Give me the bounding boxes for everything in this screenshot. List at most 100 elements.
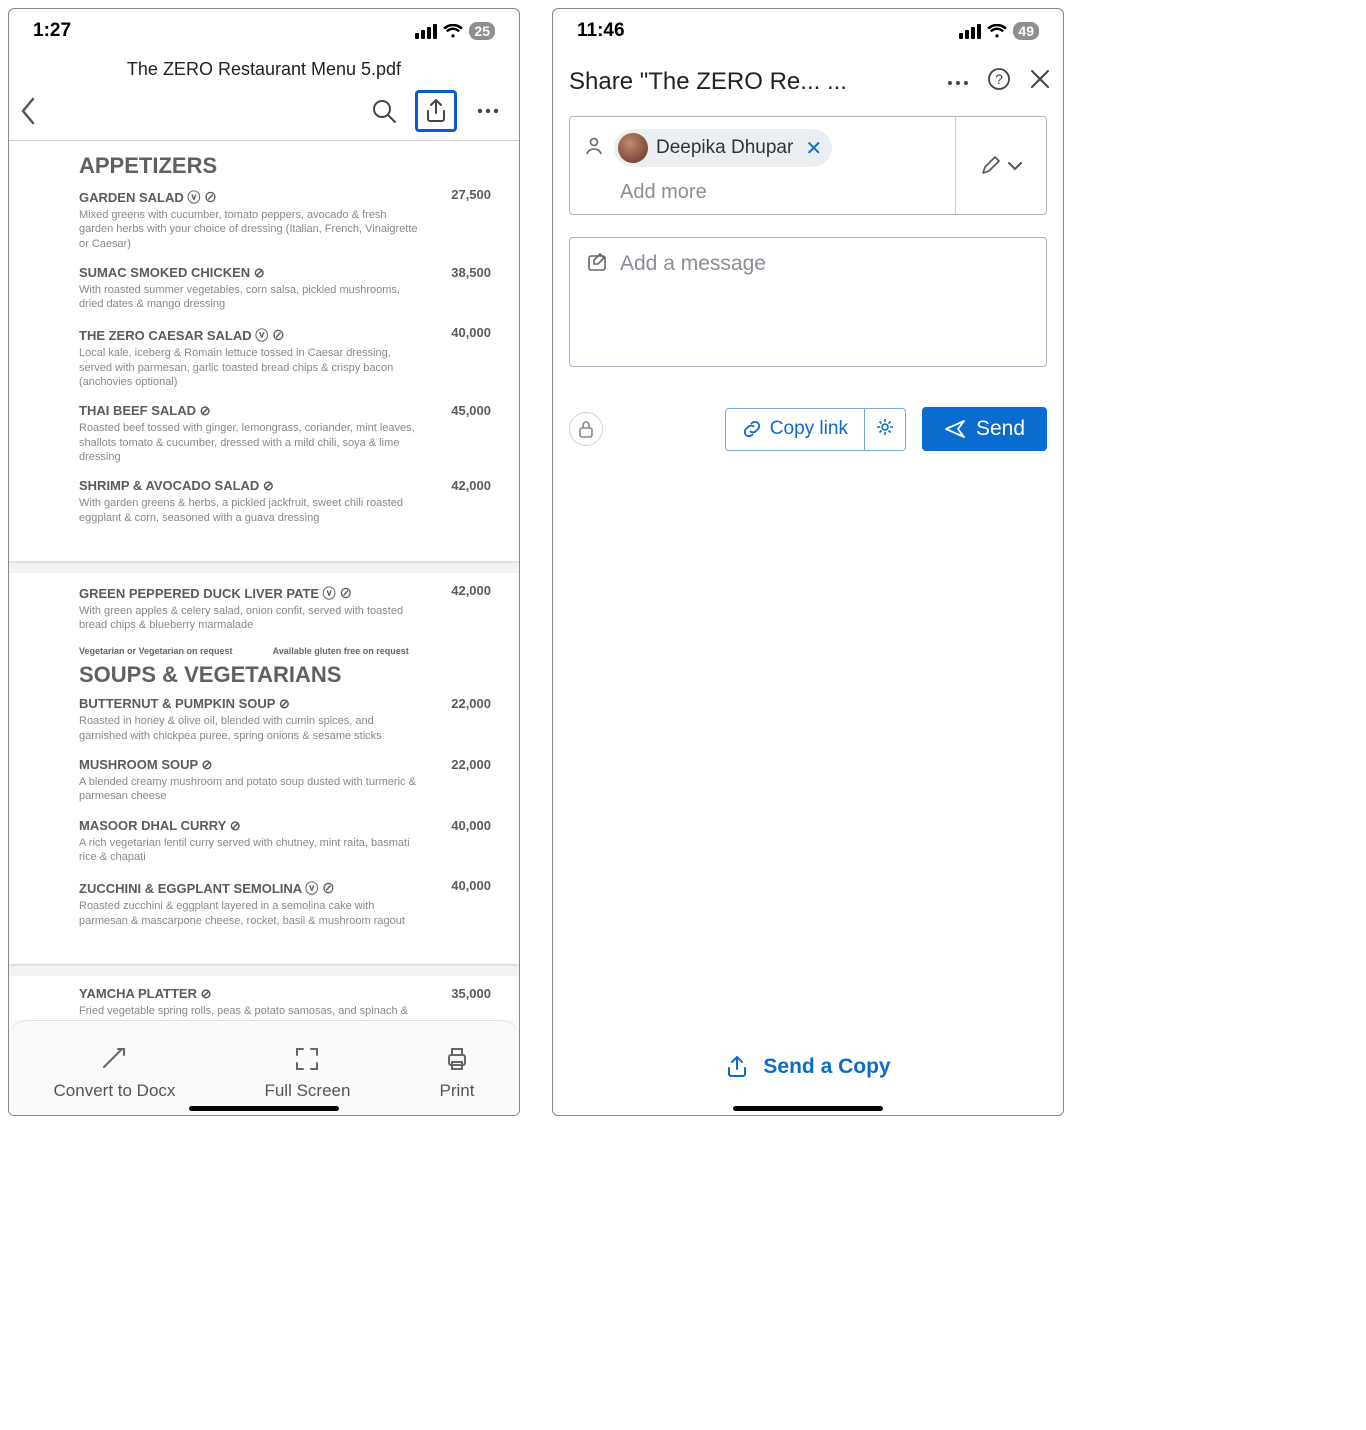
lock-icon[interactable] [569,412,603,446]
battery-badge: 25 [469,22,495,40]
message-input[interactable]: Add a message [569,237,1047,367]
send-button[interactable]: Send [922,407,1047,451]
menu-item-name: MASOOR DHAL CURRY ⊘ [79,818,419,834]
avatar [618,133,648,163]
menu-item-price: 22,000 [437,696,491,743]
convert-to-docx-button[interactable]: Convert to Docx [54,1045,176,1101]
home-indicator[interactable] [189,1106,339,1111]
message-placeholder: Add a message [620,252,766,276]
menu-item-name: YAMCHA PLATTER ⊘ [79,986,419,1002]
print-button[interactable]: Print [439,1045,474,1101]
status-time: 11:46 [577,20,625,42]
status-right: 25 [415,22,495,40]
menu-item-desc: Roasted beef tossed with ginger, lemongr… [79,421,419,464]
menu-item: YAMCHA PLATTER ⊘ Fried vegetable spring r… [79,986,491,1020]
menu-item-desc: Local kale, iceberg & Romain lettuce tos… [79,346,419,389]
menu-item-desc: With roasted summer vegetables, corn sal… [79,283,419,312]
menu-item-price: 40,000 [437,878,491,928]
status-bar: 1:27 25 [9,9,519,53]
document-page: YAMCHA PLATTER ⊘ Fried vegetable spring r… [9,976,519,1020]
fullscreen-button[interactable]: Full Screen [264,1045,350,1101]
menu-item-name: GARDEN SALAD ⓥ ⊘ [79,187,419,206]
menu-item-price: 22,000 [437,757,491,804]
edit-icon [979,155,1001,177]
signal-icon [959,24,981,39]
menu-item-name: GREEN PEPPERED DUCK LIVER PATE ⓥ ⊘ [79,583,419,602]
share-button[interactable] [415,90,457,132]
menu-item: ZUCCHINI & EGGPLANT SEMOLINA ⓥ ⊘Roasted … [79,878,491,928]
menu-item: THE ZERO CAESAR SALAD ⓥ ⊘Local kale, ice… [79,325,491,389]
print-label: Print [439,1081,474,1101]
viewer-toolbar [9,84,519,141]
phone-left: 1:27 25 The ZERO Restaurant Menu 5.pdf A… [8,8,520,1116]
document-page: GREEN PEPPERED DUCK LIVER PATE ⓥ ⊘ With g… [9,573,519,964]
send-label: Send [976,417,1025,441]
menu-item-desc: With green apples & celery salad, onion … [79,604,419,633]
menu-item-desc: Fried vegetable spring rolls, peas & pot… [79,1004,419,1020]
menu-item-price: 35,000 [437,986,491,1020]
gear-icon [875,417,895,437]
link-icon [742,419,762,439]
menu-item-name: SHRIMP & AVOCADO SALAD ⊘ [79,478,419,494]
menu-item-name: MUSHROOM SOUP ⊘ [79,757,419,773]
meta-glutenfree: Available gluten free on request [273,646,409,656]
menu-item-price: 42,000 [437,478,491,525]
menu-item: SUMAC SMOKED CHICKEN ⊘ With roasted summe… [79,265,491,312]
add-more-placeholder[interactable]: Add more [620,181,941,204]
link-settings-button[interactable] [864,409,905,450]
share-icon [725,1055,749,1079]
compose-icon [586,252,608,279]
chevron-down-icon [1007,161,1023,171]
send-icon [944,419,966,439]
menu-item-desc: A blended creamy mushroom and potato sou… [79,775,419,804]
menu-item-name: ZUCCHINI & EGGPLANT SEMOLINA ⓥ ⊘ [79,878,419,897]
battery-badge: 49 [1013,22,1039,40]
permission-dropdown[interactable] [956,117,1046,214]
close-button[interactable] [1029,68,1051,95]
person-icon [584,136,604,161]
more-button[interactable] [947,73,969,91]
meta-vegetarian: Vegetarian or Vegetarian on request [79,646,233,656]
recipient-card: Deepika Dhupar ✕ Add more [569,116,1047,215]
status-right: 49 [959,22,1039,40]
menu-meta-row: Vegetarian or Vegetarian on request Avai… [79,646,491,656]
svg-text:?: ? [995,71,1003,87]
help-button[interactable]: ? [987,67,1011,96]
home-indicator[interactable] [733,1106,883,1111]
menu-item: MUSHROOM SOUP ⊘ A blended creamy mushroom… [79,757,491,804]
menu-item: SHRIMP & AVOCADO SALAD ⊘With garden gree… [79,478,491,525]
recipient-chip[interactable]: Deepika Dhupar ✕ [614,129,832,167]
phone-right: 11:46 49 Share "The ZERO Re... ... ? [552,8,1064,1116]
search-button[interactable] [363,90,405,132]
copy-link-button[interactable]: Copy link [725,408,906,451]
recipient-input-area[interactable]: Deepika Dhupar ✕ Add more [570,117,956,214]
status-bar: 11:46 49 [553,9,1063,53]
menu-item-price: 45,000 [437,403,491,464]
share-header: Share "The ZERO Re... ... ? [553,53,1063,106]
document-title: The ZERO Restaurant Menu 5.pdf [9,53,519,84]
section-heading: APPETIZERS [79,153,491,179]
back-button[interactable] [19,97,37,125]
convert-label: Convert to Docx [54,1081,176,1101]
menu-item-name: THAI BEEF SALAD ⊘ [79,403,419,419]
more-button[interactable] [467,90,509,132]
menu-item: GARDEN SALAD ⓥ ⊘ Mixed greens with cucumb… [79,187,491,251]
remove-recipient-button[interactable]: ✕ [805,136,822,161]
document-area[interactable]: APPETIZERS GARDEN SALAD ⓥ ⊘ Mixed greens … [9,141,519,1020]
action-row: Copy link Send [569,407,1047,451]
menu-item-price: 40,000 [437,818,491,865]
menu-item: THAI BEEF SALAD ⊘ Roasted beef tossed wit… [79,403,491,464]
menu-item-name: SUMAC SMOKED CHICKEN ⊘ [79,265,419,281]
send-a-copy-button[interactable]: Send a Copy [553,1055,1063,1079]
bottom-toolbar: Convert to Docx Full Screen Print [9,1020,519,1115]
menu-item-desc: Mixed greens with cucumber, tomato peppe… [79,208,419,251]
menu-item-price: 42,000 [437,583,491,633]
menu-item: MASOOR DHAL CURRY ⊘A rich vegetarian len… [79,818,491,865]
document-page: APPETIZERS GARDEN SALAD ⓥ ⊘ Mixed greens … [9,141,519,561]
signal-icon [415,24,437,39]
menu-item-desc: Roasted in honey & olive oil, blended wi… [79,714,419,743]
menu-item-price: 40,000 [437,325,491,389]
wifi-icon [987,24,1007,39]
menu-item-price: 38,500 [437,265,491,312]
share-title: Share "The ZERO Re... ... [569,68,937,96]
